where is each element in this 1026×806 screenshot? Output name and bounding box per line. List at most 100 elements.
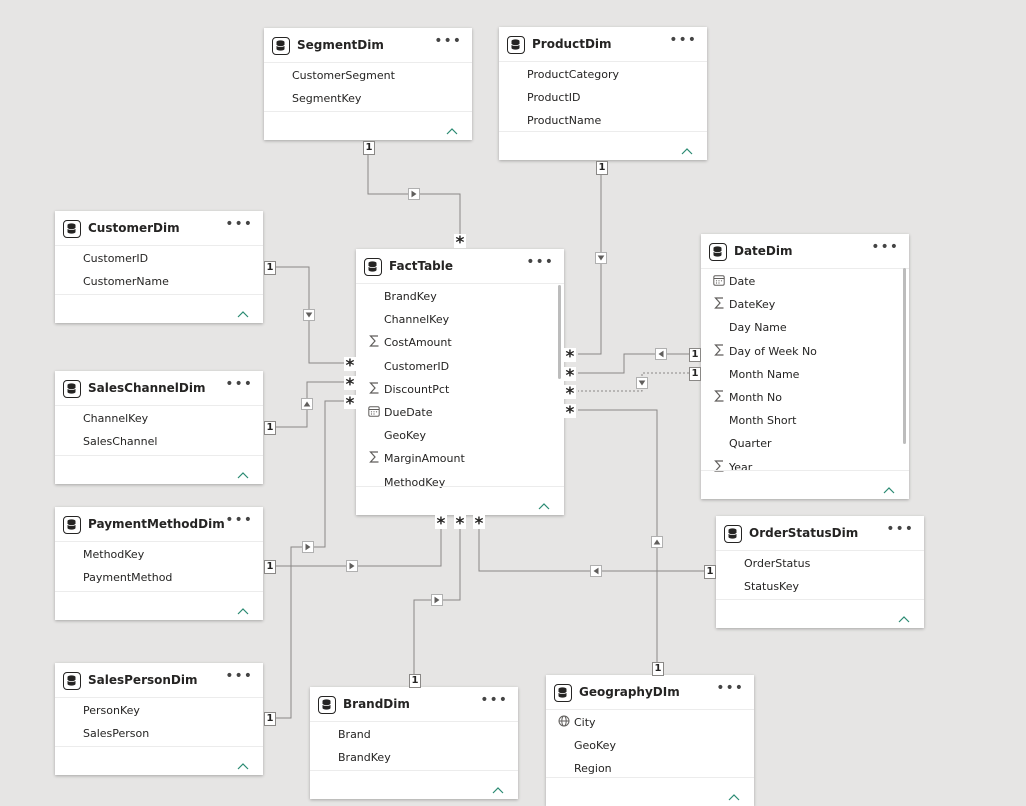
table-orderstatus[interactable]: OrderStatusDim ••• OrderStatus StatusKey: [716, 516, 924, 628]
field-row[interactable]: Brand: [310, 724, 518, 746]
field-row[interactable]: City: [546, 712, 754, 734]
more-options-icon[interactable]: •••: [225, 513, 253, 527]
field-row[interactable]: ChannelKey: [356, 309, 564, 331]
filter-direction-up-icon: [651, 536, 663, 548]
field-row[interactable]: Date: [701, 271, 909, 293]
table-title: GeographyDIm: [579, 685, 680, 699]
field-row[interactable]: MethodKey: [55, 544, 263, 566]
field-row[interactable]: StatusKey: [716, 576, 924, 598]
field-row[interactable]: CostAmount: [356, 332, 564, 354]
field-row[interactable]: CustomerSegment: [264, 65, 472, 87]
collapse-icon[interactable]: [237, 755, 249, 770]
table-header[interactable]: BrandDim •••: [310, 687, 518, 722]
collapse-icon[interactable]: [898, 608, 910, 623]
field-row[interactable]: SegmentKey: [264, 88, 472, 110]
more-options-icon[interactable]: •••: [225, 669, 253, 683]
collapse-icon[interactable]: [538, 495, 550, 510]
field-row[interactable]: ChannelKey: [55, 408, 263, 430]
more-options-icon[interactable]: •••: [669, 33, 697, 47]
more-options-icon[interactable]: •••: [434, 34, 462, 48]
more-options-icon[interactable]: •••: [225, 377, 253, 391]
field-row[interactable]: CustomerID: [356, 356, 564, 378]
field-row[interactable]: BrandKey: [310, 747, 518, 769]
field-row[interactable]: GeoKey: [546, 735, 754, 757]
field-row[interactable]: DueDate: [356, 402, 564, 424]
collapse-icon[interactable]: [237, 303, 249, 318]
field-row[interactable]: SalesPerson: [55, 723, 263, 745]
more-options-icon[interactable]: •••: [480, 693, 508, 707]
more-options-icon[interactable]: •••: [886, 522, 914, 536]
field-row[interactable]: Day of Week No: [701, 341, 909, 363]
collapse-icon[interactable]: [446, 120, 458, 135]
field-row[interactable]: PaymentMethod: [55, 567, 263, 589]
table-header[interactable]: FactTable •••: [356, 249, 564, 284]
table-product[interactable]: ProductDim ••• ProductCategory ProductID Pro…: [499, 27, 707, 160]
collapse-icon[interactable]: [492, 779, 504, 794]
table-header[interactable]: SalesChannelDim •••: [55, 371, 263, 406]
calendar-icon: [713, 274, 725, 288]
field-row[interactable]: SalesChannel: [55, 431, 263, 453]
field-row[interactable]: MarginAmount: [356, 448, 564, 470]
field-row[interactable]: CustomerID: [55, 248, 263, 270]
field-row[interactable]: GeoKey: [356, 425, 564, 447]
field-row[interactable]: ProductCategory: [499, 64, 707, 86]
table-header[interactable]: GeographyDIm •••: [546, 675, 754, 710]
scrollbar[interactable]: [558, 285, 561, 379]
scrollbar[interactable]: [903, 268, 906, 444]
table-channel[interactable]: SalesChannelDim ••• ChannelKey SalesChannel: [55, 371, 263, 484]
field-row[interactable]: ProductName: [499, 110, 707, 132]
table-customer[interactable]: CustomerDim ••• CustomerID CustomerName: [55, 211, 263, 323]
field-row[interactable]: PersonKey: [55, 700, 263, 722]
table-fact[interactable]: FactTable ••• BrandKey ChannelKey CostAmount…: [356, 249, 564, 515]
collapse-icon[interactable]: [237, 600, 249, 615]
filter-direction-left-icon: [590, 565, 602, 577]
field-row[interactable]: CustomerName: [55, 271, 263, 293]
field-row[interactable]: ProductID: [499, 87, 707, 109]
table-segment[interactable]: SegmentDim ••• CustomerSegment SegmentKey: [264, 28, 472, 140]
table-title: DateDim: [734, 244, 793, 258]
collapse-icon[interactable]: [883, 479, 895, 494]
table-brand[interactable]: BrandDim ••• Brand BrandKey: [310, 687, 518, 799]
cardinality-one-date-fact: 1: [689, 348, 701, 362]
sigma-icon: [368, 451, 380, 465]
table-geography[interactable]: GeographyDIm ••• City GeoKey Region: [546, 675, 754, 806]
table-header[interactable]: SalesPersonDim •••: [55, 663, 263, 698]
field-name: PersonKey: [83, 704, 140, 717]
field-row[interactable]: Quarter: [701, 433, 909, 455]
table-date[interactable]: DateDim ••• Date DateKey Day Name Day of Week…: [701, 234, 909, 499]
cardinality-many-customer-fact: *: [344, 356, 356, 376]
field-row[interactable]: DiscountPct: [356, 379, 564, 401]
table-header[interactable]: PaymentMethodDim •••: [55, 507, 263, 542]
more-options-icon[interactable]: •••: [716, 681, 744, 695]
field-name: DateKey: [729, 298, 776, 312]
field-row[interactable]: DateKey: [701, 294, 909, 316]
field-name: StatusKey: [744, 580, 799, 594]
more-options-icon[interactable]: •••: [526, 255, 554, 269]
table-header[interactable]: OrderStatusDim •••: [716, 516, 924, 551]
collapse-icon[interactable]: [681, 140, 693, 155]
collapse-icon[interactable]: [237, 464, 249, 479]
table-title: ProductDim: [532, 37, 612, 51]
table-header[interactable]: DateDim •••: [701, 234, 909, 269]
field-row[interactable]: OrderStatus: [716, 553, 924, 575]
field-row[interactable]: Month Short: [701, 410, 909, 432]
table-header[interactable]: ProductDim •••: [499, 27, 707, 62]
table-title: SalesPersonDim: [88, 673, 198, 687]
more-options-icon[interactable]: •••: [871, 240, 899, 254]
model-diagram-canvas[interactable]: SegmentDim ••• CustomerSegment SegmentKey Pr…: [0, 0, 1026, 806]
cardinality-one-segment-fact: 1: [363, 141, 375, 155]
table-footer: [55, 591, 263, 620]
field-row[interactable]: Month No: [701, 387, 909, 409]
table-payment[interactable]: PaymentMethodDim ••• MethodKey PaymentMetho…: [55, 507, 263, 620]
field-row[interactable]: BrandKey: [356, 286, 564, 308]
field-row[interactable]: Day Name: [701, 317, 909, 339]
more-options-icon[interactable]: •••: [225, 217, 253, 231]
table-header[interactable]: SegmentDim •••: [264, 28, 472, 63]
field-row[interactable]: Month Name: [701, 364, 909, 386]
field-name: CustomerID: [384, 359, 450, 373]
table-header[interactable]: CustomerDim •••: [55, 211, 263, 246]
collapse-icon[interactable]: [728, 786, 740, 801]
sigma-icon: [368, 335, 380, 349]
field-name: BrandKey: [384, 290, 437, 303]
table-salesperson[interactable]: SalesPersonDim ••• PersonKey SalesPerson: [55, 663, 263, 775]
